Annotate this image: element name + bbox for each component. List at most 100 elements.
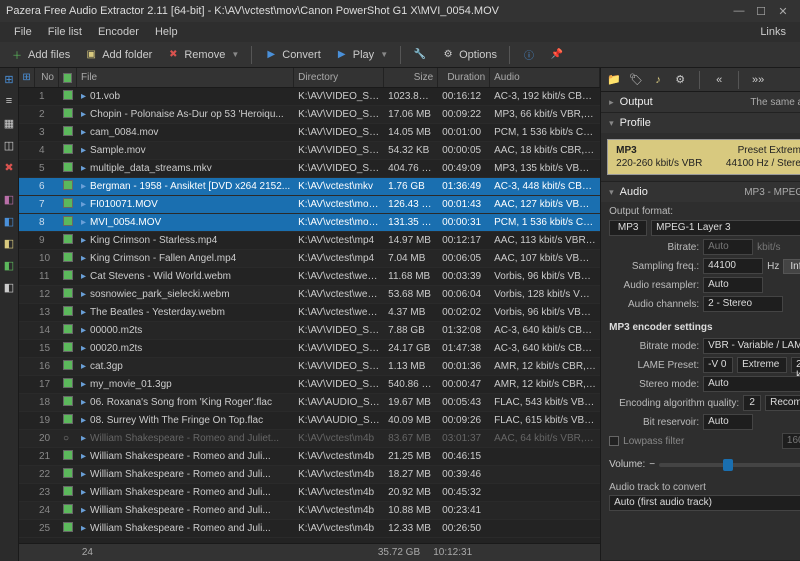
- lowpass-checkbox[interactable]: [609, 436, 619, 446]
- sidebar-tag1-icon[interactable]: ◧: [0, 190, 18, 208]
- pin-button[interactable]: 📌: [544, 46, 570, 64]
- remove-button[interactable]: ✖ Remove ▼: [160, 46, 245, 64]
- menu-help[interactable]: Help: [147, 24, 186, 40]
- remove-icon: ✖: [166, 48, 180, 62]
- table-row[interactable]: 20○▸William Shakespeare - Romeo and Juli…: [19, 430, 600, 448]
- maximize-button[interactable]: ☐: [750, 3, 772, 19]
- note-icon[interactable]: ♪: [651, 73, 665, 87]
- volume-slider[interactable]: [659, 463, 800, 467]
- menu-encoder[interactable]: Encoder: [90, 24, 147, 40]
- menu-filelist[interactable]: File list: [40, 24, 90, 40]
- lowpass-val[interactable]: 16000: [782, 433, 800, 449]
- gear-icon: ⚙: [441, 48, 455, 62]
- col-size[interactable]: Size: [384, 68, 438, 87]
- file-list-pane: ⊞ No File Directory Size Duration Audio …: [19, 68, 600, 561]
- info-icon: ⓘ: [522, 48, 536, 62]
- file-list[interactable]: 1▸01.vobK:\AV\VIDEO_SAM...1023.85 MB00:1…: [19, 88, 600, 543]
- table-row[interactable]: 12▸sosnowiec_park_sielecki.webmK:\AV\vct…: [19, 286, 600, 304]
- tools-button[interactable]: 🔧: [407, 46, 433, 64]
- table-row[interactable]: 9▸King Crimson - Starless.mp4K:\AV\vctes…: [19, 232, 600, 250]
- output-section-header[interactable]: ▸ Output The same as input file: [601, 92, 800, 112]
- menu-file[interactable]: File: [6, 24, 40, 40]
- info-button[interactable]: Info: [783, 259, 800, 274]
- table-row[interactable]: 14▸00000.m2tsK:\AV\VIDEO_SAM...7.88 GB01…: [19, 322, 600, 340]
- chevron-down-icon: ▾: [609, 118, 614, 129]
- bitrate-mode-select[interactable]: VBR - Variable / LAME preset: [703, 338, 800, 354]
- col-audio[interactable]: Audio: [490, 68, 600, 87]
- format-code: MP3: [609, 220, 647, 236]
- menu-links[interactable]: Links: [752, 24, 794, 40]
- tag-icon[interactable]: 🏷: [629, 73, 643, 87]
- sidebar-apps-icon[interactable]: ◫: [0, 136, 18, 154]
- table-row[interactable]: 11▸Cat Stevens - Wild World.webmK:\AV\vc…: [19, 268, 600, 286]
- sidebar-grid-icon[interactable]: ⊞: [0, 70, 18, 88]
- audio-section-header[interactable]: ▾ Audio MP3 - MPEG-1 Layer 3: [601, 182, 800, 202]
- vol-minus[interactable]: −: [649, 459, 655, 470]
- profile-box[interactable]: MP3 220-260 kbit/s VBR Preset Extreme 44…: [607, 139, 800, 175]
- play-icon: ▶: [335, 48, 349, 62]
- gear-icon[interactable]: ⚙: [673, 73, 687, 87]
- folder-icon[interactable]: 📁: [607, 73, 621, 87]
- table-row[interactable]: 3▸cam_0084.movK:\AV\VIDEO_SAM...14.05 MB…: [19, 124, 600, 142]
- select-all-icon[interactable]: ⊞: [22, 72, 30, 83]
- table-row[interactable]: 24▸William Shakespeare - Romeo and Juli.…: [19, 502, 600, 520]
- table-row[interactable]: 19▸08. Surrey With The Fringe On Top.fla…: [19, 412, 600, 430]
- add-files-icon: ＋: [10, 48, 24, 62]
- add-files-button[interactable]: ＋ Add files: [4, 46, 76, 64]
- table-row[interactable]: 7▸FI010071.MOVK:\AV\vctest\mov\...126.43…: [19, 196, 600, 214]
- resampler-select[interactable]: Auto: [703, 277, 763, 293]
- encq-val[interactable]: 2: [743, 395, 761, 411]
- table-row[interactable]: 18▸06. Roxana's Song from 'King Roger'.f…: [19, 394, 600, 412]
- settings-toolbar: 📁 🏷 ♪ ⚙ « »»: [601, 68, 800, 92]
- expand-icon[interactable]: »»: [751, 73, 765, 87]
- minimize-button[interactable]: —: [728, 3, 750, 19]
- table-row[interactable]: 15▸00020.m2tsK:\AV\VIDEO_SAM...24.17 GB0…: [19, 340, 600, 358]
- table-row[interactable]: 4▸Sample.movK:\AV\VIDEO_SAM...54.32 KB00…: [19, 142, 600, 160]
- table-row[interactable]: 22▸William Shakespeare - Romeo and Juli.…: [19, 466, 600, 484]
- table-row[interactable]: 23▸William Shakespeare - Romeo and Juli.…: [19, 484, 600, 502]
- sidebar-tag3-icon[interactable]: ◧: [0, 234, 18, 252]
- channels-select[interactable]: 2 - Stereo: [703, 296, 783, 312]
- profile-section-header[interactable]: ▾ Profile: [601, 113, 800, 133]
- table-row[interactable]: 5▸multiple_data_streams.mkvK:\AV\VIDEO_S…: [19, 160, 600, 178]
- footer-size: 35.72 GB: [360, 547, 420, 558]
- table-row[interactable]: 25▸William Shakespeare - Romeo and Juli.…: [19, 520, 600, 538]
- add-folder-button[interactable]: ▣ Add folder: [78, 46, 158, 64]
- play-button[interactable]: ▶ Play ▼: [329, 46, 394, 64]
- close-button[interactable]: ✕: [772, 3, 794, 19]
- track-select[interactable]: Auto (first audio track): [609, 495, 800, 511]
- table-row[interactable]: 2▸Chopin - Polonaise As-Dur op 53 'Heroi…: [19, 106, 600, 124]
- bitrate-select[interactable]: Auto: [703, 239, 753, 255]
- table-row[interactable]: 16▸cat.3gpK:\AV\VIDEO_SAM...1.13 MB00:01…: [19, 358, 600, 376]
- status-bar: 24 35.72 GB 10:12:31: [19, 543, 600, 561]
- sidebar-list-icon[interactable]: ≡: [0, 92, 18, 110]
- col-file[interactable]: File: [77, 68, 294, 87]
- chevron-down-icon: ▼: [380, 50, 388, 59]
- table-row[interactable]: 21▸William Shakespeare - Romeo and Juli.…: [19, 448, 600, 466]
- convert-icon: ▶: [264, 48, 278, 62]
- stereo-select[interactable]: Auto: [703, 376, 800, 392]
- check-all[interactable]: [63, 73, 72, 83]
- col-no[interactable]: No: [35, 68, 59, 87]
- sidebar-tag4-icon[interactable]: ◧: [0, 256, 18, 274]
- table-row[interactable]: 10▸King Crimson - Fallen Angel.mp4K:\AV\…: [19, 250, 600, 268]
- options-button[interactable]: ⚙ Options: [435, 46, 503, 64]
- table-row[interactable]: 8▸MVI_0054.MOVK:\AV\vctest\mov\...131.35…: [19, 214, 600, 232]
- sidebar-tag2-icon[interactable]: ◧: [0, 212, 18, 230]
- table-row[interactable]: 17▸my_movie_01.3gpK:\AV\VIDEO_SAM...540.…: [19, 376, 600, 394]
- lame-rate: 220-260 kbit/s: [791, 357, 800, 373]
- col-dir[interactable]: Directory: [294, 68, 384, 87]
- convert-button[interactable]: ▶ Convert: [258, 46, 327, 64]
- freq-select[interactable]: 44100: [703, 258, 763, 274]
- sidebar-tiles-icon[interactable]: ▦: [0, 114, 18, 132]
- info-button[interactable]: ⓘ: [516, 46, 542, 64]
- sidebar-remove-icon[interactable]: ✖: [0, 158, 18, 176]
- sidebar-tag5-icon[interactable]: ◧: [0, 278, 18, 296]
- table-row[interactable]: 1▸01.vobK:\AV\VIDEO_SAM...1023.85 MB00:1…: [19, 88, 600, 106]
- table-row[interactable]: 13▸The Beatles - Yesterday.webmK:\AV\vct…: [19, 304, 600, 322]
- format-select[interactable]: MPEG-1 Layer 3: [651, 220, 800, 236]
- collapse-icon[interactable]: «: [712, 73, 726, 87]
- chevron-down-icon: ▼: [231, 50, 239, 59]
- table-row[interactable]: 6▸Bergman - 1958 - Ansiktet [DVD x264 21…: [19, 178, 600, 196]
- col-dur[interactable]: Duration: [438, 68, 490, 87]
